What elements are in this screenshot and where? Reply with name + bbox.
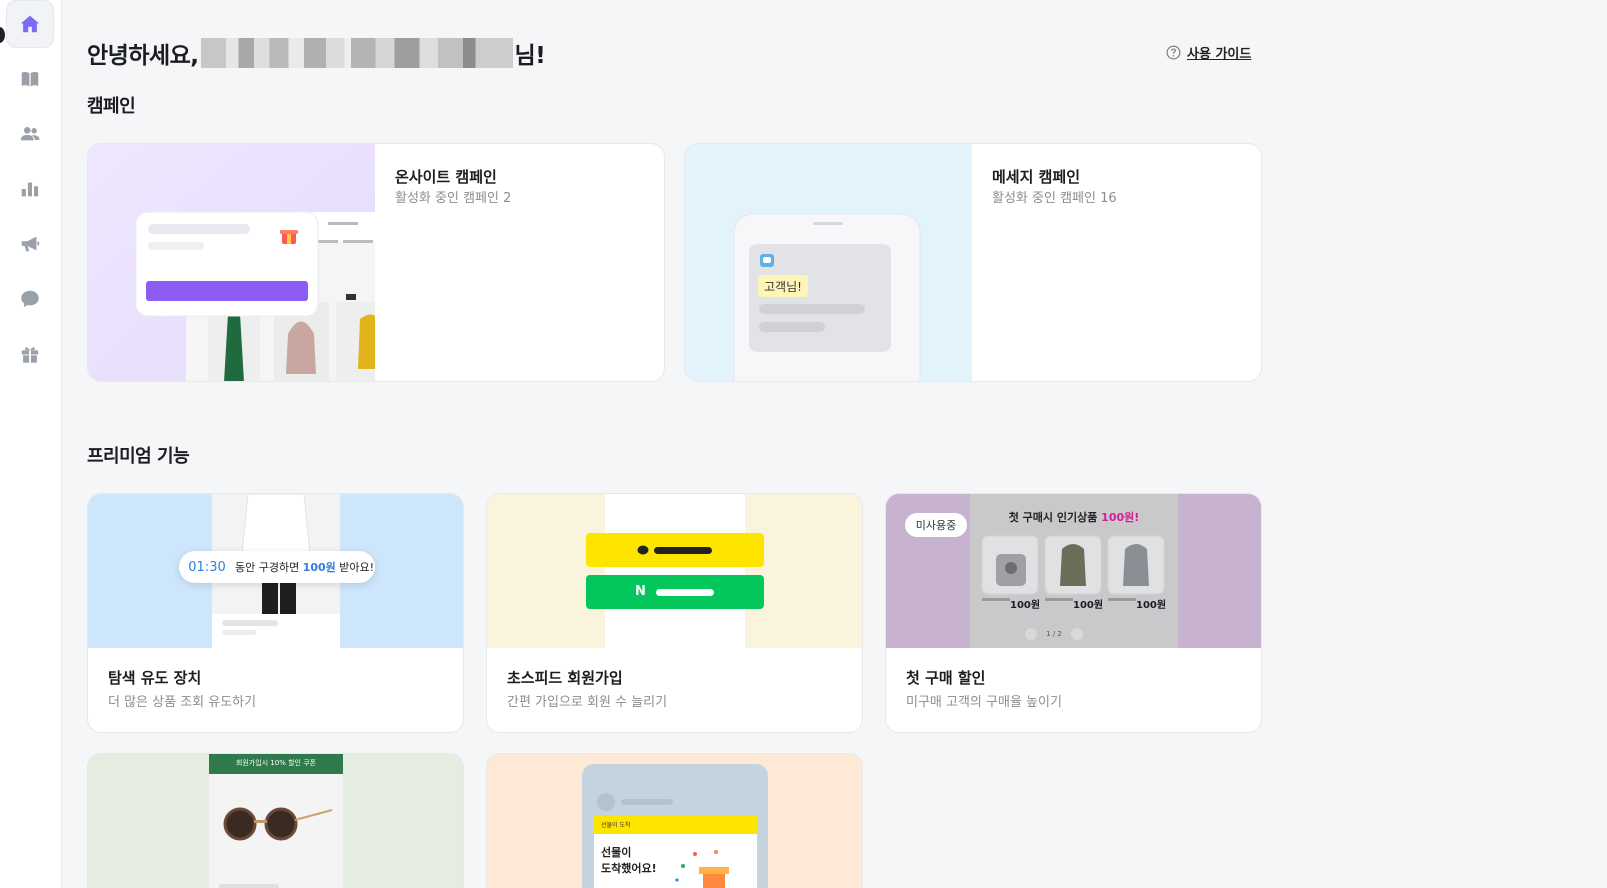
product-price: 100원 — [1010, 600, 1041, 611]
campaigns-section-title: 캠페인 — [87, 96, 136, 117]
first-purchase-illustration: 미사용중 첫 구매시 인기상품 100원! 100원 100원 100원 1 /… — [886, 494, 1261, 648]
browse-timer: 01:30 — [188, 559, 226, 575]
greeting-prefix: 안녕하세요, — [87, 43, 199, 69]
redacted-user-name — [200, 38, 513, 68]
speed-signup-card[interactable]: N 초스피드 회원가입 간편 가입으로 회원 수 늘리기 — [486, 493, 863, 733]
first-purchase-banner-highlight: 100원! — [1101, 511, 1140, 524]
sidebar-item-customers[interactable] — [6, 110, 54, 158]
sidebar — [0, 0, 62, 888]
browse-timer-highlight: 100원 — [302, 561, 336, 574]
coupon-banner-text: 회원가입시 10% 할인 쿠폰 — [235, 759, 317, 767]
signup-coupon-illustration: 회원가입시 10% 할인 쿠폰 — [88, 754, 463, 888]
greeting-suffix: 님! — [514, 43, 546, 69]
first-purchase-banner-text: 첫 구매시 인기상품 — [1008, 511, 1102, 524]
sidebar-item-messages[interactable] — [6, 275, 54, 323]
megaphone-icon — [21, 236, 40, 252]
first-purchase-discount-card[interactable]: 미사용중 첫 구매시 인기상품 100원! 100원 100원 100원 1 /… — [885, 493, 1262, 733]
signup-coupon-card[interactable]: 회원가입시 10% 할인 쿠폰 — [87, 753, 464, 888]
usage-guide-label: 사용 가이드 — [1187, 47, 1252, 62]
browse-timer-pill: 01:30 동안 구경하면 100원 받아요! — [179, 551, 375, 583]
gift-text-line2: 도착했어요! — [601, 862, 657, 875]
sidebar-item-home[interactable] — [6, 0, 54, 48]
bar-chart-icon — [21, 182, 39, 197]
page-greeting: 안녕하세요, 님! — [87, 36, 546, 70]
first-purchase-subtitle: 미구매 고객의 구매율 높이기 — [906, 695, 1062, 710]
usage-guide-link[interactable]: 사용 가이드 — [1166, 43, 1251, 62]
first-purchase-title: 첫 구매 할인 — [906, 669, 986, 687]
browse-incentive-subtitle: 더 많은 상품 조회 유도하기 — [108, 695, 257, 710]
unused-status-badge: 미사용중 — [905, 513, 967, 537]
speed-signup-illustration: N — [487, 494, 862, 648]
sidebar-item-campaigns[interactable] — [6, 220, 54, 268]
onsite-campaign-illustration — [88, 144, 375, 381]
sidebar-collapse-handle[interactable] — [0, 27, 5, 43]
gift-icon — [21, 347, 39, 363]
message-campaign-count: 활성화 중인 캠페인 16 — [992, 191, 1117, 206]
product-price: 100원 — [1136, 600, 1167, 611]
browse-timer-text-before: 동안 구경하면 — [235, 561, 303, 574]
product-price: 100원 — [1073, 600, 1104, 611]
carousel-pager: 1 / 2 — [1046, 630, 1062, 638]
speed-signup-title: 초스피드 회원가입 — [507, 669, 623, 687]
premium-section-title: 프리미엄 기능 — [87, 446, 190, 467]
message-campaign-title: 메세지 캠페인 — [992, 168, 1081, 186]
gift-arrival-illustration: 선물이 도착 선물이 도착했어요! — [487, 754, 862, 888]
browse-incentive-card[interactable]: 01:30 동안 구경하면 100원 받아요! 탐색 유도 장치 더 많은 상품… — [87, 493, 464, 733]
gift-tag-text: 선물이 도착 — [601, 822, 631, 829]
sidebar-item-guide[interactable] — [6, 55, 54, 103]
home-icon — [20, 15, 40, 33]
sidebar-item-analytics[interactable] — [6, 165, 54, 213]
browse-incentive-title: 탐색 유도 장치 — [108, 669, 202, 687]
chat-bubble-icon — [21, 290, 39, 308]
users-icon — [20, 127, 40, 141]
gift-arrival-card[interactable]: 선물이 도착 선물이 도착했어요! — [486, 753, 863, 888]
naver-logo-icon: N — [635, 584, 646, 599]
onsite-campaign-card[interactable]: 온사이트 캠페인 활성화 중인 캠페인 2 — [87, 143, 665, 382]
sidebar-item-rewards[interactable] — [6, 330, 54, 378]
speed-signup-subtitle: 간편 가입으로 회원 수 늘리기 — [507, 695, 668, 710]
onsite-campaign-title: 온사이트 캠페인 — [395, 168, 497, 186]
browse-timer-text-after: 받아요! — [335, 561, 375, 574]
onsite-campaign-count: 활성화 중인 캠페인 2 — [395, 191, 512, 206]
message-bubble-text: 고객님! — [764, 280, 802, 294]
browse-incentive-illustration: 01:30 동안 구경하면 100원 받아요! — [88, 494, 463, 648]
message-campaign-illustration: 고객님! — [685, 144, 972, 381]
first-purchase-banner: 첫 구매시 인기상품 100원! — [970, 509, 1178, 525]
book-icon — [21, 71, 39, 87]
gift-text-line1: 선물이 — [601, 846, 632, 859]
message-campaign-card[interactable]: 고객님! 메세지 캠페인 활성화 중인 캠페인 16 — [684, 143, 1262, 382]
help-circle-icon — [1166, 45, 1181, 60]
